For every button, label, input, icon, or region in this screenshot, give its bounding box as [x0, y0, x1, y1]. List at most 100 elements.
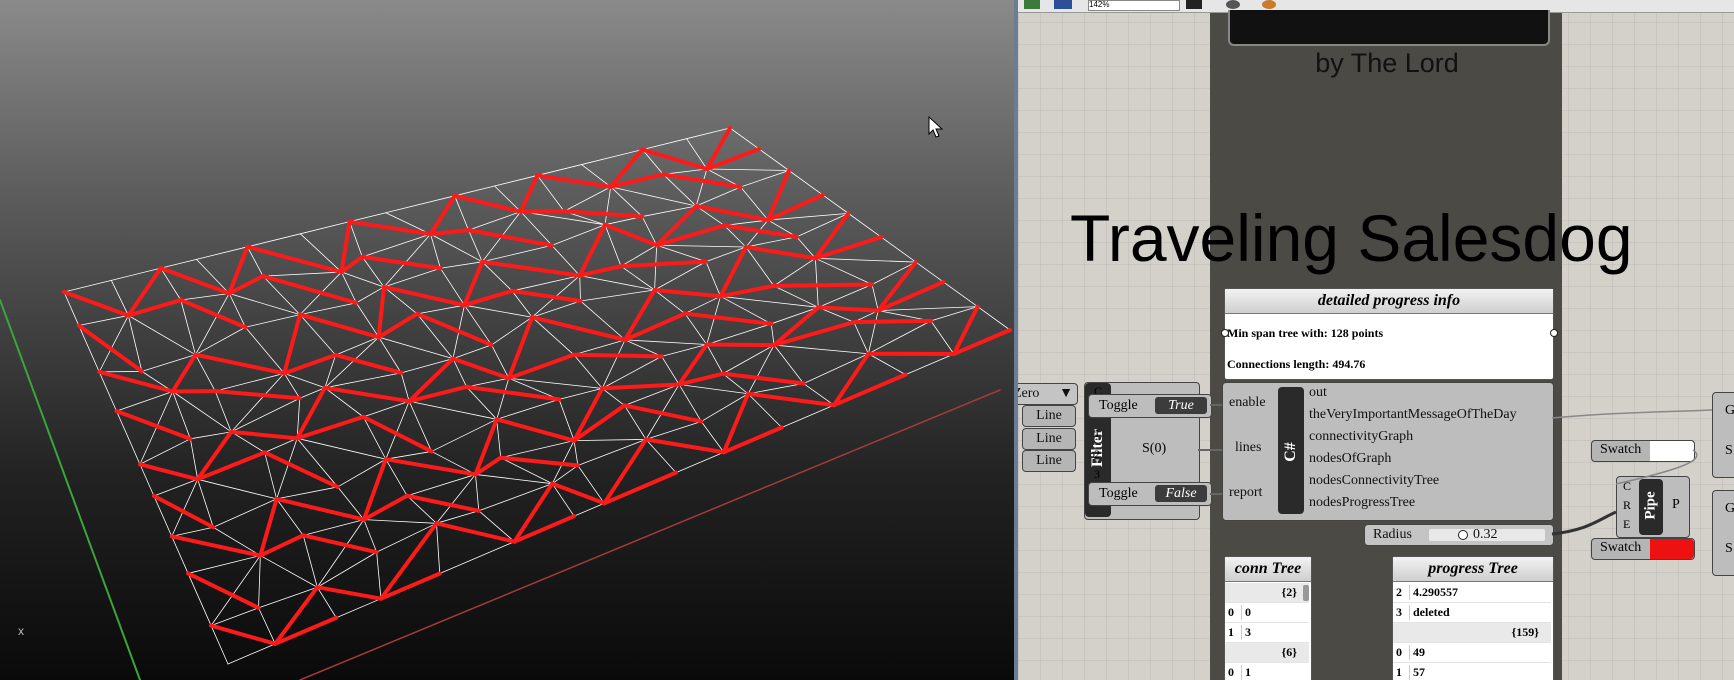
path-edge [602, 222, 659, 248]
byline-text: by The Lord [1315, 48, 1459, 78]
value-list[interactable]: Zero ▼ [1018, 383, 1078, 405]
panel-output-grip[interactable] [1550, 329, 1558, 337]
mesh-edge [436, 510, 480, 524]
right-edge-component-1[interactable]: G S [1712, 392, 1734, 478]
swatch-color[interactable] [1650, 441, 1694, 461]
mesh-edge [822, 194, 849, 214]
path-edge [652, 288, 723, 299]
path-edge [262, 450, 340, 489]
path-edge [851, 318, 933, 325]
dropdown-arrow-icon[interactable]: ▼ [1059, 384, 1073, 404]
panel-input-grip[interactable] [1221, 329, 1229, 337]
path-edge [498, 455, 580, 468]
mesh-edge [171, 535, 189, 574]
path-edge [405, 493, 481, 513]
mesh-edge [706, 295, 721, 345]
conn-tree-scrollbar[interactable] [1303, 585, 1309, 601]
toggle-true[interactable]: Toggle True [1088, 394, 1212, 418]
right-edge-component-2[interactable]: G S [1712, 490, 1734, 576]
csharp-output: nodesProgressTree [1309, 495, 1416, 510]
toggle-value[interactable]: False [1155, 485, 1207, 502]
mesh-edge [847, 212, 882, 238]
rhino-viewport[interactable]: x [0, 0, 1014, 680]
mesh-edge [661, 355, 680, 385]
toolbar-green-icon[interactable] [1024, 0, 1040, 9]
mesh-edge [454, 185, 495, 197]
swatch-white[interactable]: Swatch [1591, 440, 1695, 462]
conn-tree-panel[interactable]: conn Tree {2} 0 0 1 3 {6} 0 1 [1224, 556, 1312, 680]
toolbar-sphere-icon[interactable] [1226, 0, 1240, 9]
mesh-edge [63, 279, 112, 293]
mesh-edge [580, 289, 655, 302]
mesh-edge [817, 284, 873, 308]
mesh-edge [770, 323, 775, 346]
path-edge [771, 282, 875, 288]
path-edge [360, 254, 443, 271]
path-edge [530, 315, 628, 342]
mesh-edge [573, 339, 626, 356]
zoom-input[interactable]: 142% [1088, 0, 1180, 11]
table-row: 1 57 [1393, 663, 1551, 680]
path-edge [462, 288, 515, 308]
tree-item-value: 49 [1409, 645, 1425, 660]
csharp-component[interactable]: enable lines report C# out theVeryImport… [1222, 382, 1554, 521]
pipe-input-e: E [1623, 517, 1631, 531]
mesh-edge [773, 285, 819, 308]
toolbar-paint-icon[interactable] [1262, 0, 1276, 9]
mesh-edge [601, 388, 625, 406]
path-edge [186, 571, 261, 610]
toolbar-fit-icon[interactable] [1186, 0, 1202, 9]
progress-info-panel[interactable]: detailed progress info Min span tree wit… [1224, 288, 1554, 380]
mesh-edge [180, 293, 230, 301]
mesh-edge [258, 555, 261, 609]
tree-item-value: 0 [1241, 605, 1251, 620]
csharp-input-lines: lines [1235, 440, 1262, 455]
path-edge [704, 342, 777, 348]
mesh-edge [773, 344, 805, 384]
mesh-edge [641, 138, 688, 150]
mesh-edge [494, 175, 538, 187]
mesh-edge [645, 421, 702, 440]
mesh-edge [196, 246, 248, 260]
mesh-edge [977, 306, 1011, 331]
csharp-name: C# [1282, 442, 1299, 462]
line-param-label: Line [1036, 408, 1062, 423]
pipe-component[interactable]: C R E Pipe P [1616, 476, 1690, 538]
toolbar-save-icon[interactable] [1054, 0, 1072, 9]
mesh-edge [180, 299, 196, 356]
mesh-edge [814, 257, 917, 263]
swatch-color[interactable] [1650, 539, 1694, 559]
mesh-edge [78, 315, 129, 326]
tree-item-value: 57 [1409, 665, 1425, 680]
path-edge [571, 352, 664, 359]
mesh-edge [436, 522, 441, 574]
edge-letter: G [1725, 403, 1734, 418]
toggle-value[interactable]: True [1155, 397, 1207, 414]
swatch-label: Swatch [1600, 540, 1642, 555]
path-edge [452, 193, 523, 214]
radius-slider[interactable]: Radius 0.32 [1364, 524, 1554, 546]
slider-grip-icon[interactable] [1458, 530, 1468, 540]
tree-branch-row: {6} [1225, 643, 1309, 663]
mesh-edge [500, 440, 575, 459]
tree-item-index: 0 [1228, 605, 1234, 619]
mesh-edge [349, 212, 387, 223]
line-param-3[interactable]: Line [1022, 450, 1076, 472]
path-edge [383, 457, 478, 477]
conn-tree-rows: {2} 0 0 1 3 {6} 0 1 [1225, 583, 1309, 680]
mesh-edge [439, 541, 515, 574]
line-param-2[interactable]: Line [1022, 428, 1076, 450]
path-edge [577, 222, 607, 278]
table-row: 13 [1225, 623, 1309, 643]
path-edge [315, 585, 383, 601]
grasshopper-canvas[interactable]: 142% by The Lord Traveling Salesdog deta… [1018, 0, 1734, 680]
swatch-red[interactable]: Swatch [1591, 538, 1695, 560]
toggle-false[interactable]: Toggle False [1088, 482, 1212, 506]
mesh-edge [430, 233, 441, 269]
path-edge [169, 534, 263, 558]
progress-tree-panel[interactable]: progress Tree 2 4.290557 3 deleted {159} 0 49 1… [1392, 556, 1554, 680]
mesh-edge [573, 354, 603, 389]
mesh-edge [496, 377, 510, 420]
mesh-edge [511, 275, 581, 292]
line-param-1[interactable]: Line [1022, 405, 1076, 427]
